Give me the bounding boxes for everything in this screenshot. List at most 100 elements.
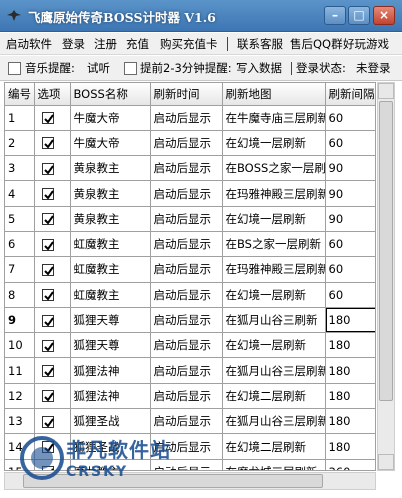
row-checkbox[interactable] — [41, 263, 54, 276]
row-checkbox[interactable] — [41, 137, 54, 150]
row-refresh-interval[interactable]: 60 — [325, 130, 375, 157]
row-checkbox[interactable] — [41, 188, 54, 201]
row-checkbox-cell[interactable] — [34, 105, 71, 131]
row-boss-name: 黄泉教主 — [70, 180, 151, 207]
music-preview-link[interactable]: 试听 — [87, 61, 110, 76]
row-checkbox-cell[interactable] — [34, 155, 71, 182]
table-row[interactable]: 10 狐狸天尊 启动后显示 在幻境一层刷新 180 — [5, 332, 375, 359]
vertical-scrollbar[interactable] — [377, 82, 395, 471]
row-boss-name: 虹魔教主 — [70, 231, 151, 258]
row-checkbox[interactable] — [41, 112, 54, 125]
row-refresh-interval[interactable]: 180 — [325, 307, 375, 334]
menu-login[interactable]: 登录 — [62, 36, 85, 52]
row-refresh-interval[interactable]: 180 — [325, 383, 375, 410]
row-checkbox[interactable] — [41, 339, 54, 352]
row-refresh-interval[interactable]: 90 — [325, 180, 375, 207]
close-button[interactable]: × — [373, 6, 395, 25]
vertical-scroll-thumb[interactable] — [379, 101, 393, 401]
row-checkbox-cell[interactable] — [34, 282, 71, 308]
row-refresh-interval[interactable]: 60 — [325, 231, 375, 258]
write-data-link[interactable]: 写入数据 — [236, 61, 282, 76]
title-bar: 飞鹰原始传奇BOSS计时器 V1.6 – □ × — [0, 0, 402, 32]
row-checkbox-cell[interactable] — [34, 180, 71, 207]
row-checkbox[interactable] — [41, 162, 54, 175]
row-refresh-interval[interactable]: 60 — [325, 256, 375, 283]
scroll-down-icon[interactable] — [378, 454, 394, 470]
row-refresh-interval[interactable]: 180 — [325, 332, 375, 359]
row-number: 6 — [5, 231, 35, 258]
check-icon — [43, 418, 54, 428]
menu-buy-card[interactable]: 购买充值卡 — [160, 36, 218, 52]
music-alert-checkbox[interactable] — [8, 62, 21, 75]
menu-start-software[interactable]: 启动软件 — [6, 36, 52, 52]
table-row[interactable]: 13 狐狸圣战 启动后显示 在狐月山谷三层刷新 180 — [5, 408, 375, 435]
row-refresh-map: 在幻境二层刷新 — [222, 383, 326, 410]
table-row[interactable]: 2 牛魔大帝 启动后显示 在幻境一层刷新 60 — [5, 130, 375, 157]
row-refresh-interval[interactable]: 60 — [325, 282, 375, 308]
row-checkbox[interactable] — [41, 238, 54, 251]
table-row[interactable]: 1 牛魔大帝 启动后显示 在牛魔寺庙三层刷新 60 — [5, 105, 375, 131]
row-boss-name: 狐狸圣战 — [70, 408, 151, 435]
row-number: 2 — [5, 130, 35, 157]
table-row[interactable]: 6 虹魔教主 启动后显示 在BS之家一层刷新 60 — [5, 231, 375, 258]
row-refresh-interval[interactable]: 90 — [325, 155, 375, 182]
header-refresh-map[interactable]: 刷新地图 — [222, 83, 326, 106]
row-checkbox-cell[interactable] — [34, 383, 71, 410]
row-refresh-time: 启动后显示 — [150, 307, 223, 334]
menu-qq-group[interactable]: 售后QQ群 — [290, 36, 343, 52]
row-refresh-time: 启动后显示 — [150, 282, 223, 308]
table-row[interactable]: 4 黄泉教主 启动后显示 在玛雅神殿三层刷新 90 — [5, 180, 375, 207]
row-checkbox[interactable] — [41, 415, 54, 428]
early-alert-checkbox[interactable] — [124, 62, 137, 75]
row-refresh-interval[interactable]: 360 — [325, 459, 375, 470]
menu-recharge[interactable]: 充值 — [126, 36, 149, 52]
window-title: 飞鹰原始传奇BOSS计时器 V1.6 — [28, 10, 216, 25]
table-row[interactable]: 5 黄泉教主 启动后显示 在幻境一层刷新 90 — [5, 206, 375, 232]
maximize-button[interactable]: □ — [348, 6, 370, 25]
row-checkbox[interactable] — [41, 213, 54, 226]
row-checkbox-cell[interactable] — [34, 307, 71, 334]
row-refresh-interval[interactable]: 90 — [325, 206, 375, 232]
row-checkbox-cell[interactable] — [34, 206, 71, 232]
table-row[interactable]: 12 狐狸法神 启动后显示 在幻境二层刷新 180 — [5, 383, 375, 410]
row-checkbox-cell[interactable] — [34, 130, 71, 157]
check-icon — [43, 165, 54, 175]
row-checkbox[interactable] — [41, 365, 54, 378]
row-checkbox-cell[interactable] — [34, 256, 71, 283]
table-row[interactable]: 11 狐狸法神 启动后显示 在狐月山谷三层刷新 180 — [5, 357, 375, 384]
menu-register[interactable]: 注册 — [94, 36, 117, 52]
row-refresh-interval[interactable]: 60 — [325, 105, 375, 131]
row-checkbox[interactable] — [41, 289, 54, 302]
table-row[interactable]: 8 虹魔教主 启动后显示 在幻境一层刷新 60 — [5, 282, 375, 308]
check-icon — [43, 367, 54, 377]
row-refresh-time: 启动后显示 — [150, 231, 223, 258]
row-checkbox-cell[interactable] — [34, 332, 71, 359]
minimize-button[interactable]: – — [324, 6, 346, 25]
header-boss-name[interactable]: BOSS名称 — [70, 83, 151, 106]
row-refresh-interval[interactable]: 180 — [325, 433, 375, 460]
row-checkbox-cell[interactable] — [34, 231, 71, 258]
header-num[interactable]: 编号 — [5, 83, 35, 106]
row-refresh-map: 在幻境一层刷新 — [222, 206, 326, 232]
menu-contact-support[interactable]: 联系客服 — [237, 36, 283, 52]
row-checkbox[interactable] — [41, 390, 54, 403]
row-checkbox-cell[interactable] — [34, 357, 71, 384]
crsky-logo-icon — [20, 436, 64, 480]
scroll-up-icon[interactable] — [378, 83, 394, 99]
row-boss-name: 牛魔大帝 — [70, 105, 151, 131]
row-checkbox[interactable] — [41, 314, 54, 327]
table-row[interactable]: 3 黄泉教主启动后显示在BOSS之家一层刷新90 — [5, 155, 375, 182]
header-refresh-time[interactable]: 刷新时间 — [150, 83, 223, 106]
row-boss-name: 牛魔大帝 — [70, 130, 151, 157]
table-row[interactable]: 7 虹魔教主 启动后显示 在玛雅神殿三层刷新 60 — [5, 256, 375, 283]
header-option[interactable]: 选项 — [34, 83, 71, 106]
table-row[interactable]: 9 狐狸天尊 启动后显示 在狐月山谷三刷新 180 — [5, 307, 375, 334]
row-checkbox-cell[interactable] — [34, 408, 71, 435]
row-boss-name: 黄泉教主 — [70, 206, 151, 232]
menu-fun-games[interactable]: 好玩游戏 — [343, 36, 389, 52]
row-boss-name: 虹魔教主 — [70, 282, 151, 308]
row-refresh-interval[interactable]: 180 — [325, 408, 375, 435]
header-refresh-interval[interactable]: 刷新间隔 — [325, 83, 375, 106]
check-icon — [43, 266, 54, 276]
row-refresh-interval[interactable]: 180 — [325, 357, 375, 384]
